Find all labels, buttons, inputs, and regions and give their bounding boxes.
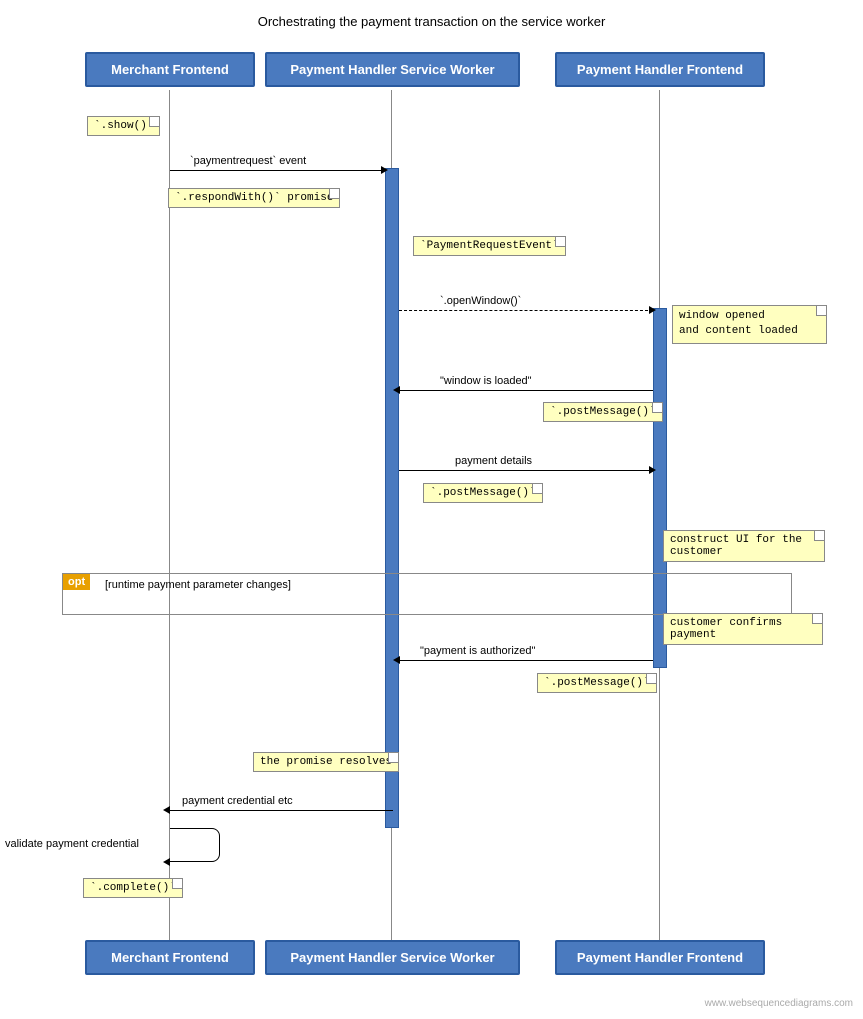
note-respondWith: `.respondWith()` promise (168, 188, 340, 208)
self-loop-validate (170, 828, 220, 862)
arrow-windowLoaded-head (393, 386, 400, 394)
note-validatePayment: validate payment credential (5, 838, 139, 850)
arrow-paymentrequest (170, 170, 385, 171)
label-windowLoaded: "window is loaded" (440, 375, 532, 387)
label-paymentDetails: payment details (455, 455, 532, 467)
arrow-paymentAuthorized (399, 660, 653, 661)
arrow-paymentrequest-head (381, 166, 388, 174)
arrow-windowLoaded (399, 390, 653, 391)
note-postMessage2: `.postMessage()` (423, 483, 543, 503)
label-paymentAuthorized: "payment is authorized" (420, 645, 535, 657)
note-constructUI: construct UI for the customer (663, 530, 825, 562)
note-postMessage1: `.postMessage()` (543, 402, 663, 422)
arrow-paymentCredential-head (163, 806, 170, 814)
note-promiseResolves: the promise resolves (253, 752, 399, 772)
note-complete: `.complete()` (83, 878, 183, 898)
diagram-container: Orchestrating the payment transaction on… (0, 0, 863, 1019)
label-openWindow: `.openWindow()` (440, 295, 521, 307)
note-windowOpened: window openedand content loaded (672, 305, 827, 344)
note-show: `.show()` (87, 116, 160, 136)
service-worker-top: Payment Handler Service Worker (265, 52, 520, 87)
handler-frontend-bottom: Payment Handler Frontend (555, 940, 765, 975)
handler-frontend-top: Payment Handler Frontend (555, 52, 765, 87)
label-paymentCredential: payment credential etc (182, 795, 293, 807)
arrow-paymentCredential (170, 810, 393, 811)
watermark: www.websequencediagrams.com (705, 998, 853, 1009)
note-paymentRequestEvent: `PaymentRequestEvent` (413, 236, 566, 256)
opt-condition: [runtime payment parameter changes] (105, 579, 291, 591)
arrow-openWindow (399, 310, 653, 311)
note-customerConfirms: customer confirms payment (663, 613, 823, 645)
diagram-title: Orchestrating the payment transaction on… (0, 0, 863, 39)
label-paymentrequest: `paymentrequest` event (190, 155, 306, 167)
opt-container: opt [runtime payment parameter changes] (62, 573, 792, 615)
arrow-paymentAuthorized-head (393, 656, 400, 664)
arrow-paymentDetails-head (649, 466, 656, 474)
service-worker-bottom: Payment Handler Service Worker (265, 940, 520, 975)
service-worker-activation (385, 168, 399, 828)
arrow-openWindow-head (649, 306, 656, 314)
opt-label: opt (63, 574, 90, 590)
note-postMessage3: `.postMessage()` (537, 673, 657, 693)
merchant-frontend-top: Merchant Frontend (85, 52, 255, 87)
self-loop-head (163, 858, 170, 866)
arrow-paymentDetails (399, 470, 653, 471)
merchant-frontend-bottom: Merchant Frontend (85, 940, 255, 975)
